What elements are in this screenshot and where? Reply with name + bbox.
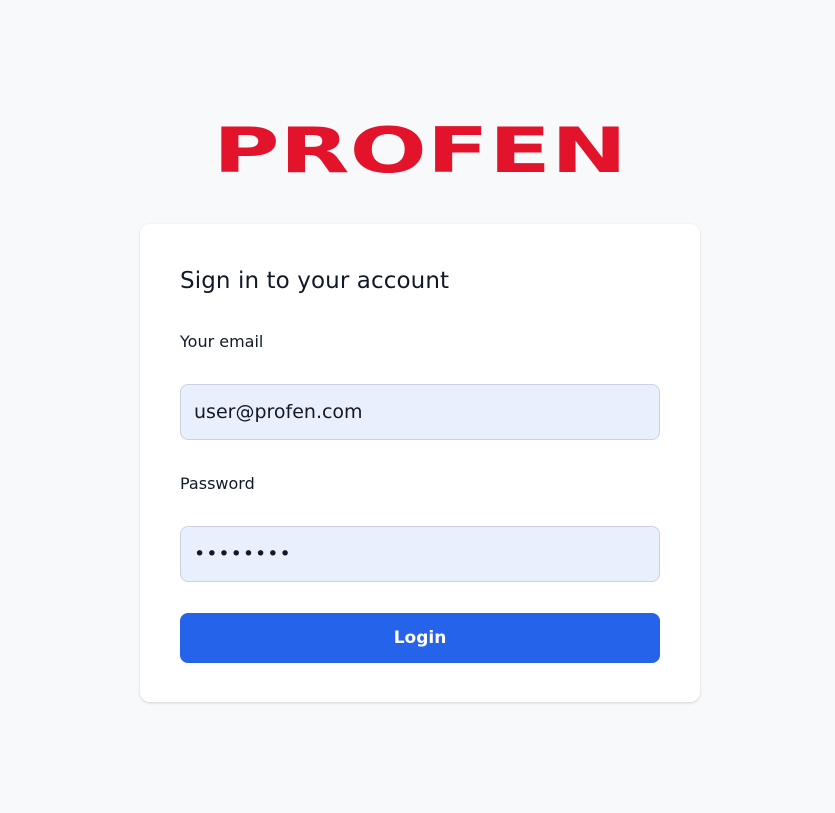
login-card: Sign in to your account Your email Passw… (140, 224, 700, 702)
svg-text:PROFEN: PROFEN (213, 124, 627, 176)
login-button[interactable]: Login (180, 613, 660, 663)
password-label: Password (180, 474, 255, 493)
login-title: Sign in to your account (180, 268, 450, 294)
password-input[interactable] (180, 526, 660, 582)
profen-logo: PROFEN (212, 124, 628, 176)
logo-wordmark: PROFEN (213, 124, 627, 176)
email-label: Your email (180, 332, 264, 351)
email-input[interactable] (180, 384, 660, 440)
